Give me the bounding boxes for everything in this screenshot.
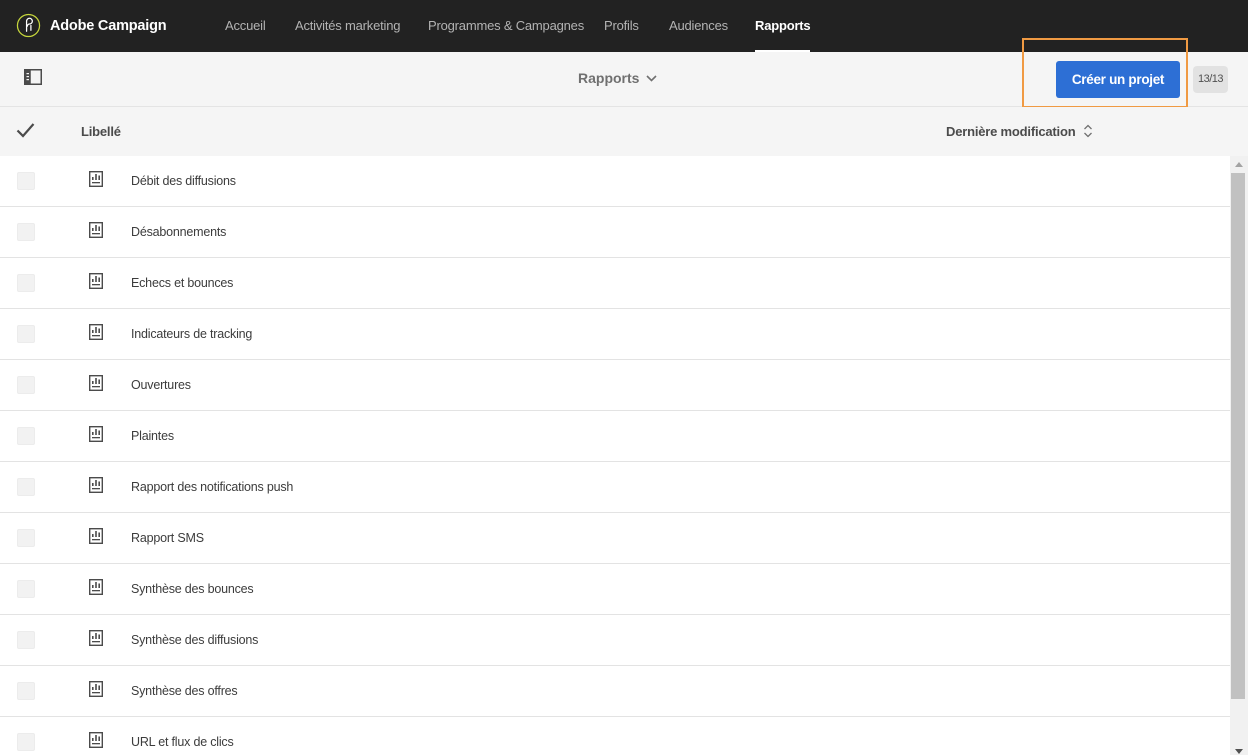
- row-label[interactable]: Synthèse des diffusions: [131, 633, 258, 647]
- table-row[interactable]: Synthèse des bounces: [0, 564, 1230, 615]
- row-checkbox[interactable]: [17, 274, 35, 292]
- report-icon: [89, 273, 103, 289]
- app-logo[interactable]: Adobe Campaign: [16, 13, 167, 38]
- nav-item-profils[interactable]: Profils: [604, 0, 639, 52]
- table-row[interactable]: Echecs et bounces: [0, 258, 1230, 309]
- highlight-annotation-box: [1022, 38, 1188, 108]
- row-checkbox[interactable]: [17, 172, 35, 190]
- table-row[interactable]: Synthèse des diffusions: [0, 615, 1230, 666]
- report-icon: [89, 477, 103, 493]
- report-icon: [89, 579, 103, 595]
- scroll-down-arrow-icon[interactable]: [1235, 749, 1243, 754]
- row-checkbox[interactable]: [17, 631, 35, 649]
- row-label[interactable]: Synthèse des bounces: [131, 582, 254, 596]
- report-icon: [89, 732, 103, 748]
- column-header-modified-label: Dernière modification: [946, 124, 1076, 139]
- row-label[interactable]: Rapport des notifications push: [131, 480, 293, 494]
- row-checkbox[interactable]: [17, 733, 35, 751]
- report-icon: [89, 222, 103, 238]
- row-label[interactable]: Désabonnements: [131, 225, 226, 239]
- table-row[interactable]: Synthèse des offres: [0, 666, 1230, 717]
- row-checkbox[interactable]: [17, 682, 35, 700]
- adobe-campaign-logo-icon: [16, 13, 41, 38]
- chevron-down-icon: [646, 74, 658, 82]
- row-label[interactable]: Indicateurs de tracking: [131, 327, 252, 341]
- row-label[interactable]: URL et flux de clics: [131, 735, 234, 749]
- table-row[interactable]: Indicateurs de tracking: [0, 309, 1230, 360]
- table-row[interactable]: Désabonnements: [0, 207, 1230, 258]
- row-label[interactable]: Synthèse des offres: [131, 684, 238, 698]
- nav-item-accueil[interactable]: Accueil: [225, 0, 266, 52]
- panel-toggle-icon[interactable]: [24, 69, 42, 85]
- scroll-thumb[interactable]: [1231, 173, 1245, 699]
- item-count-badge: 13/13: [1193, 66, 1228, 93]
- table-row[interactable]: Ouvertures: [0, 360, 1230, 411]
- row-label[interactable]: Plaintes: [131, 429, 174, 443]
- row-checkbox[interactable]: [17, 580, 35, 598]
- row-label[interactable]: Echecs et bounces: [131, 276, 233, 290]
- view-title: Rapports: [578, 70, 640, 86]
- column-header-label[interactable]: Libellé: [81, 124, 121, 139]
- nav-item-audiences[interactable]: Audiences: [669, 0, 728, 52]
- nav-item-rapports-label: Rapports: [755, 18, 811, 33]
- report-icon: [89, 426, 103, 442]
- nav-item-rapports[interactable]: Rapports: [755, 0, 811, 52]
- row-checkbox[interactable]: [17, 478, 35, 496]
- report-list: Débit des diffusions Désabonnements Echecs…: [0, 156, 1230, 755]
- report-icon: [89, 171, 103, 187]
- row-checkbox[interactable]: [17, 376, 35, 394]
- report-icon: [89, 528, 103, 544]
- row-label[interactable]: Rapport SMS: [131, 531, 204, 545]
- view-title-dropdown[interactable]: Rapports: [578, 70, 658, 86]
- table-header: Libellé Dernière modification: [0, 107, 1248, 156]
- row-checkbox[interactable]: [17, 529, 35, 547]
- report-icon: [89, 681, 103, 697]
- nav-item-programmes-campagnes[interactable]: Programmes & Campagnes: [428, 0, 584, 52]
- report-icon: [89, 375, 103, 391]
- scroll-up-arrow-icon[interactable]: [1235, 162, 1243, 167]
- table-row[interactable]: Rapport SMS: [0, 513, 1230, 564]
- table-row[interactable]: Rapport des notifications push: [0, 462, 1230, 513]
- report-icon: [89, 630, 103, 646]
- nav-item-activites-marketing[interactable]: Activités marketing: [295, 0, 400, 52]
- table-row[interactable]: Débit des diffusions: [0, 156, 1230, 207]
- table-row[interactable]: URL et flux de clics: [0, 717, 1230, 755]
- row-label[interactable]: Ouvertures: [131, 378, 191, 392]
- row-checkbox[interactable]: [17, 223, 35, 241]
- select-all-check-icon[interactable]: [16, 122, 35, 138]
- row-label[interactable]: Débit des diffusions: [131, 174, 236, 188]
- column-header-modified[interactable]: Dernière modification: [946, 124, 1093, 139]
- app-name: Adobe Campaign: [50, 17, 167, 34]
- report-icon: [89, 324, 103, 340]
- sort-icon: [1084, 124, 1093, 137]
- row-checkbox[interactable]: [17, 427, 35, 445]
- vertical-scrollbar[interactable]: [1230, 156, 1248, 755]
- table-row[interactable]: Plaintes: [0, 411, 1230, 462]
- row-checkbox[interactable]: [17, 325, 35, 343]
